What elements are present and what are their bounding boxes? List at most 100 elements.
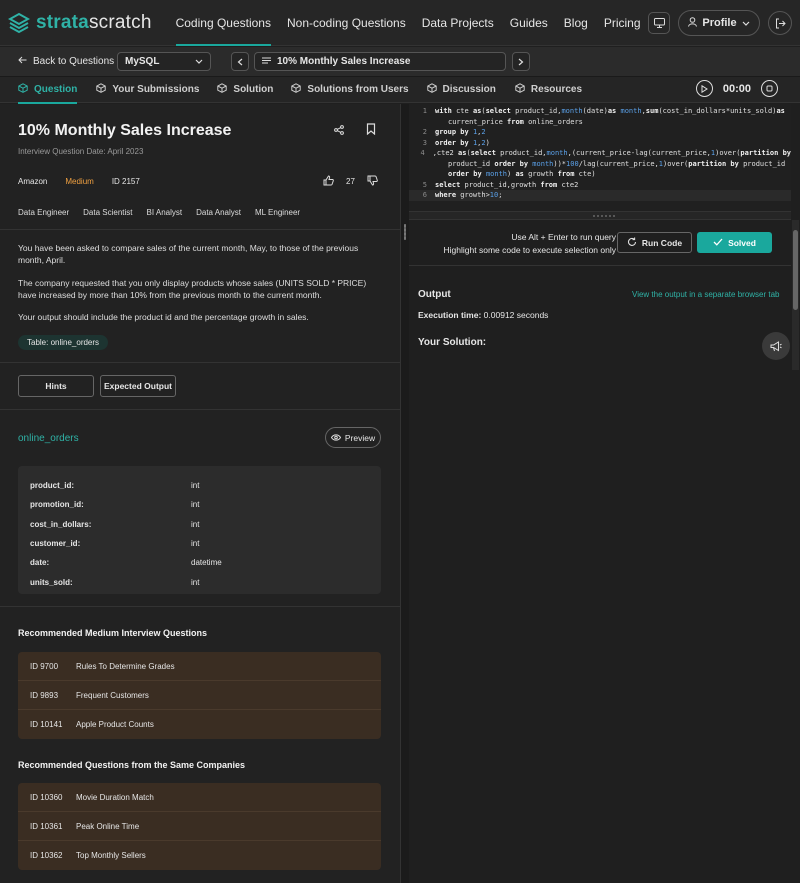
thumbs-down-icon[interactable] bbox=[367, 175, 378, 188]
nav-blog[interactable]: Blog bbox=[564, 0, 596, 46]
column-name: promotion_id: bbox=[30, 500, 84, 510]
panel-resize-handle[interactable] bbox=[400, 104, 409, 883]
nav-coding-questions[interactable]: Coding Questions bbox=[175, 0, 279, 46]
your-solution-title: Your Solution: bbox=[418, 337, 487, 348]
timer-value: 00:00 bbox=[722, 82, 751, 95]
item-id: ID 10362 bbox=[30, 851, 63, 860]
play-icon[interactable] bbox=[695, 80, 713, 97]
strata-logo-icon bbox=[7, 12, 31, 34]
tab-solutions-from-users[interactable]: Solutions from Users bbox=[291, 77, 409, 103]
nav-guides[interactable]: Guides bbox=[510, 0, 556, 46]
thumbs-up-icon[interactable] bbox=[323, 175, 334, 188]
logo[interactable]: stratascratch bbox=[7, 12, 152, 34]
column-name: product_id: bbox=[30, 481, 74, 491]
schema-row: units_sold: int bbox=[18, 572, 381, 591]
tag[interactable]: Data Engineer bbox=[18, 208, 69, 217]
question-panel: 10% Monthly Sales Increase Interview Que… bbox=[0, 104, 400, 883]
nav-data-projects[interactable]: Data Projects bbox=[422, 0, 502, 46]
output-new-tab-link[interactable]: View the output in a separate browser ta… bbox=[632, 290, 780, 299]
share-icon[interactable] bbox=[334, 124, 344, 138]
list-item[interactable]: ID 10360 Movie Duration Match bbox=[18, 783, 381, 812]
question-description-3: Your output should include the product i… bbox=[18, 312, 309, 322]
stop-icon[interactable] bbox=[761, 80, 778, 97]
list-item[interactable]: ID 9893 Frequent Customers bbox=[18, 681, 381, 710]
role-tags: Data Engineer Data Scientist BI Analyst … bbox=[18, 208, 300, 217]
timer: 00:00 bbox=[695, 80, 778, 97]
column-type: int bbox=[191, 539, 200, 549]
drag-handle-icon bbox=[404, 224, 406, 240]
scrollbar-thumb[interactable] bbox=[793, 230, 798, 310]
eye-icon bbox=[330, 433, 341, 443]
run-code-label: Run Code bbox=[641, 237, 683, 248]
run-hint: Use Alt + Enter to run query Highlight s… bbox=[444, 231, 616, 257]
item-id: ID 9893 bbox=[30, 690, 59, 700]
bookmark-icon[interactable] bbox=[366, 123, 376, 138]
hints-button[interactable]: Hints bbox=[18, 375, 94, 397]
tag[interactable]: Data Scientist bbox=[83, 208, 132, 217]
nav-non-coding-questions[interactable]: Non-coding Questions bbox=[287, 0, 414, 46]
previous-question-button[interactable] bbox=[231, 52, 249, 71]
user-icon bbox=[688, 16, 698, 30]
schema-row: date: datetime bbox=[18, 553, 381, 572]
execution-time-value: 0.00912 seconds bbox=[483, 310, 549, 320]
item-title: Frequent Customers bbox=[76, 690, 149, 700]
question-selector[interactable]: 10% Monthly Sales Increase bbox=[254, 52, 506, 71]
tab-solution[interactable]: Solution bbox=[217, 77, 273, 103]
dialect-select[interactable]: MySQL bbox=[117, 52, 211, 71]
back-to-questions-link[interactable]: Back to Questions bbox=[18, 56, 114, 67]
question-title: 10% Monthly Sales Increase bbox=[18, 122, 232, 139]
check-icon bbox=[713, 238, 723, 248]
feedback-megaphone-icon[interactable] bbox=[762, 332, 790, 360]
tag[interactable]: ML Engineer bbox=[255, 208, 300, 217]
recommended-company-list: ID 10360 Movie Duration Match ID 10361 Pea… bbox=[18, 783, 381, 870]
tag[interactable]: Data Analyst bbox=[196, 208, 241, 217]
expected-output-button[interactable]: Expected Output bbox=[100, 375, 176, 397]
question-toolbar: Back to Questions MySQL 10% Monthly Sale… bbox=[0, 47, 800, 77]
code-content[interactable]: 1 with cte as(select product_id,month(dat… bbox=[409, 106, 791, 201]
tag[interactable]: BI Analyst bbox=[147, 208, 183, 217]
refresh-icon bbox=[627, 237, 637, 249]
list-item[interactable]: ID 10141 Apple Product Counts bbox=[18, 710, 381, 739]
chevron-down-icon bbox=[195, 56, 203, 67]
list-item[interactable]: ID 9700 Rules To Determine Grades bbox=[18, 652, 381, 681]
divider bbox=[0, 409, 400, 410]
schema-row: customer_id: int bbox=[18, 534, 381, 553]
company-name[interactable]: Amazon bbox=[18, 177, 47, 186]
next-question-button[interactable] bbox=[512, 52, 530, 71]
solved-button[interactable]: Solved bbox=[697, 232, 772, 253]
output-scrollbar[interactable] bbox=[792, 220, 799, 370]
preview-button[interactable]: Preview bbox=[325, 427, 381, 448]
run-hint-line-1: Use Alt + Enter to run query bbox=[511, 232, 616, 242]
run-code-button[interactable]: Run Code bbox=[617, 232, 692, 253]
tab-resources[interactable]: Resources bbox=[515, 77, 582, 103]
tab-question-label: Question bbox=[34, 84, 78, 95]
tab-solutions-from-users-label: Solutions from Users bbox=[307, 84, 409, 95]
votes: 27 bbox=[323, 175, 378, 188]
column-type: int bbox=[191, 500, 200, 510]
cube-icon bbox=[515, 83, 525, 96]
main-nav: Coding Questions Non-coding Questions Da… bbox=[174, 0, 657, 46]
list-item[interactable]: ID 10362 Top Monthly Sellers bbox=[18, 841, 381, 870]
profile-button[interactable]: Profile bbox=[678, 10, 760, 36]
back-label: Back to Questions bbox=[33, 56, 115, 67]
cube-icon bbox=[426, 83, 437, 96]
execution-time-label: Execution time: bbox=[418, 310, 482, 320]
nav-pricing[interactable]: Pricing bbox=[604, 0, 649, 46]
table-badge[interactable]: Table: online_orders bbox=[18, 335, 109, 350]
code-editor[interactable]: 1 with cte as(select product_id,month(dat… bbox=[409, 104, 791, 211]
column-name: date: bbox=[30, 558, 50, 568]
dataset-name: online_orders bbox=[18, 433, 79, 444]
tab-question[interactable]: Question bbox=[18, 77, 78, 104]
monitor-icon[interactable] bbox=[648, 12, 670, 34]
item-id: ID 9700 bbox=[30, 661, 59, 671]
schema-table: product_id: int promotion_id: int cost_in_… bbox=[18, 466, 381, 594]
logout-icon[interactable] bbox=[768, 11, 792, 35]
list-item[interactable]: ID 10361 Peak Online Time bbox=[18, 812, 381, 841]
tab-discussion[interactable]: Discussion bbox=[426, 77, 496, 103]
tab-discussion-label: Discussion bbox=[442, 84, 496, 95]
editor-resize-handle[interactable] bbox=[409, 211, 791, 220]
profile-label: Profile bbox=[702, 17, 737, 29]
list-icon bbox=[262, 56, 271, 67]
chevron-down-icon bbox=[742, 17, 750, 29]
tab-your-submissions[interactable]: Your Submissions bbox=[96, 77, 199, 103]
